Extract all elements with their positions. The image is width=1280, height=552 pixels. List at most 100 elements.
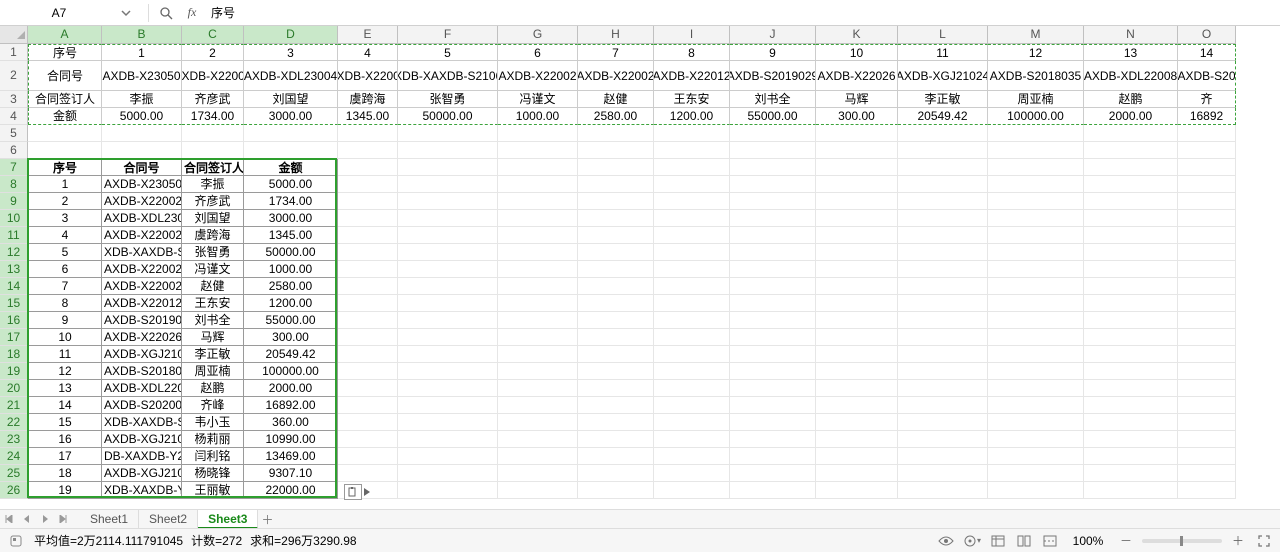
cell-M4[interactable]: 100000.00: [988, 108, 1084, 125]
cell-K1[interactable]: 10: [816, 44, 898, 61]
cell-J11[interactable]: [730, 227, 816, 244]
cell-A10[interactable]: 3: [28, 210, 102, 227]
row-header-6[interactable]: 6: [0, 142, 28, 159]
cell-K22[interactable]: [816, 414, 898, 431]
cell-D9[interactable]: 1734.00: [244, 193, 338, 210]
cell-N1[interactable]: 13: [1084, 44, 1178, 61]
column-header-B[interactable]: B: [102, 26, 182, 44]
cell-M26[interactable]: [988, 482, 1084, 499]
cell-E15[interactable]: [338, 295, 398, 312]
cell-A19[interactable]: 12: [28, 363, 102, 380]
next-sheet-button[interactable]: [37, 511, 53, 527]
cell-C23[interactable]: 杨莉丽: [182, 431, 244, 448]
cell-G4[interactable]: 1000.00: [498, 108, 578, 125]
column-header-K[interactable]: K: [816, 26, 898, 44]
cell-K5[interactable]: [816, 125, 898, 142]
cell-I17[interactable]: [654, 329, 730, 346]
row-header-26[interactable]: 26: [0, 482, 28, 499]
cell-G7[interactable]: [498, 159, 578, 176]
cell-M21[interactable]: [988, 397, 1084, 414]
cell-M25[interactable]: [988, 465, 1084, 482]
cell-G23[interactable]: [498, 431, 578, 448]
zoom-level[interactable]: 100%: [1066, 534, 1110, 548]
cell-M3[interactable]: 周亚楠: [988, 91, 1084, 108]
fullscreen-icon[interactable]: [1254, 531, 1274, 551]
cell-E23[interactable]: [338, 431, 398, 448]
cell-K18[interactable]: [816, 346, 898, 363]
cell-D16[interactable]: 55000.00: [244, 312, 338, 329]
column-header-E[interactable]: E: [338, 26, 398, 44]
cell-F17[interactable]: [398, 329, 498, 346]
cell-C13[interactable]: 冯谨文: [182, 261, 244, 278]
cell-H1[interactable]: 7: [578, 44, 654, 61]
cell-N9[interactable]: [1084, 193, 1178, 210]
cell-H18[interactable]: [578, 346, 654, 363]
cell-G17[interactable]: [498, 329, 578, 346]
cell-B6[interactable]: [102, 142, 182, 159]
row-header-18[interactable]: 18: [0, 346, 28, 363]
page-break-view-icon[interactable]: [1040, 531, 1060, 551]
cell-L7[interactable]: [898, 159, 988, 176]
cell-K2[interactable]: AXDB-X22026: [816, 61, 898, 91]
row-header-14[interactable]: 14: [0, 278, 28, 295]
cell-F25[interactable]: [398, 465, 498, 482]
cell-J3[interactable]: 刘书全: [730, 91, 816, 108]
cell-E4[interactable]: 1345.00: [338, 108, 398, 125]
cell-C4[interactable]: 1734.00: [182, 108, 244, 125]
cell-D23[interactable]: 10990.00: [244, 431, 338, 448]
cell-L12[interactable]: [898, 244, 988, 261]
cell-F20[interactable]: [398, 380, 498, 397]
cell-M23[interactable]: [988, 431, 1084, 448]
cell-G19[interactable]: [498, 363, 578, 380]
cell-C25[interactable]: 杨晓锋: [182, 465, 244, 482]
cell-K13[interactable]: [816, 261, 898, 278]
cell-D18[interactable]: 20549.42: [244, 346, 338, 363]
cell-I8[interactable]: [654, 176, 730, 193]
cell-C7[interactable]: 合同签订人: [182, 159, 244, 176]
cell-E10[interactable]: [338, 210, 398, 227]
cell-I25[interactable]: [654, 465, 730, 482]
cell-I22[interactable]: [654, 414, 730, 431]
cell-J8[interactable]: [730, 176, 816, 193]
column-header-I[interactable]: I: [654, 26, 730, 44]
cell-C19[interactable]: 周亚楠: [182, 363, 244, 380]
cell-M17[interactable]: [988, 329, 1084, 346]
row-header-22[interactable]: 22: [0, 414, 28, 431]
cell-E2[interactable]: AXDB-X22002: [338, 61, 398, 91]
row-header-10[interactable]: 10: [0, 210, 28, 227]
cell-N18[interactable]: [1084, 346, 1178, 363]
cell-I6[interactable]: [654, 142, 730, 159]
row-header-7[interactable]: 7: [0, 159, 28, 176]
cell-L19[interactable]: [898, 363, 988, 380]
cell-D15[interactable]: 1200.00: [244, 295, 338, 312]
cell-I10[interactable]: [654, 210, 730, 227]
cell-E8[interactable]: [338, 176, 398, 193]
cell-J9[interactable]: [730, 193, 816, 210]
cell-D26[interactable]: 22000.00: [244, 482, 338, 499]
cell-M2[interactable]: AXDB-S2018035: [988, 61, 1084, 91]
cell-I14[interactable]: [654, 278, 730, 295]
cell-O26[interactable]: [1178, 482, 1236, 499]
cell-E6[interactable]: [338, 142, 398, 159]
cell-K17[interactable]: [816, 329, 898, 346]
cell-M18[interactable]: [988, 346, 1084, 363]
cell-L9[interactable]: [898, 193, 988, 210]
cell-A13[interactable]: 6: [28, 261, 102, 278]
cell-D4[interactable]: 3000.00: [244, 108, 338, 125]
eye-icon[interactable]: [936, 531, 956, 551]
row-header-11[interactable]: 11: [0, 227, 28, 244]
cell-K15[interactable]: [816, 295, 898, 312]
cell-L25[interactable]: [898, 465, 988, 482]
cell-N22[interactable]: [1084, 414, 1178, 431]
cell-F3[interactable]: 张智勇: [398, 91, 498, 108]
cell-N6[interactable]: [1084, 142, 1178, 159]
cell-N21[interactable]: [1084, 397, 1178, 414]
cell-O1[interactable]: 14: [1178, 44, 1236, 61]
cell-F14[interactable]: [398, 278, 498, 295]
cell-E3[interactable]: 虞跨海: [338, 91, 398, 108]
cell-A15[interactable]: 8: [28, 295, 102, 312]
cell-F15[interactable]: [398, 295, 498, 312]
cell-H16[interactable]: [578, 312, 654, 329]
name-box-input[interactable]: [4, 3, 114, 23]
cell-H26[interactable]: [578, 482, 654, 499]
